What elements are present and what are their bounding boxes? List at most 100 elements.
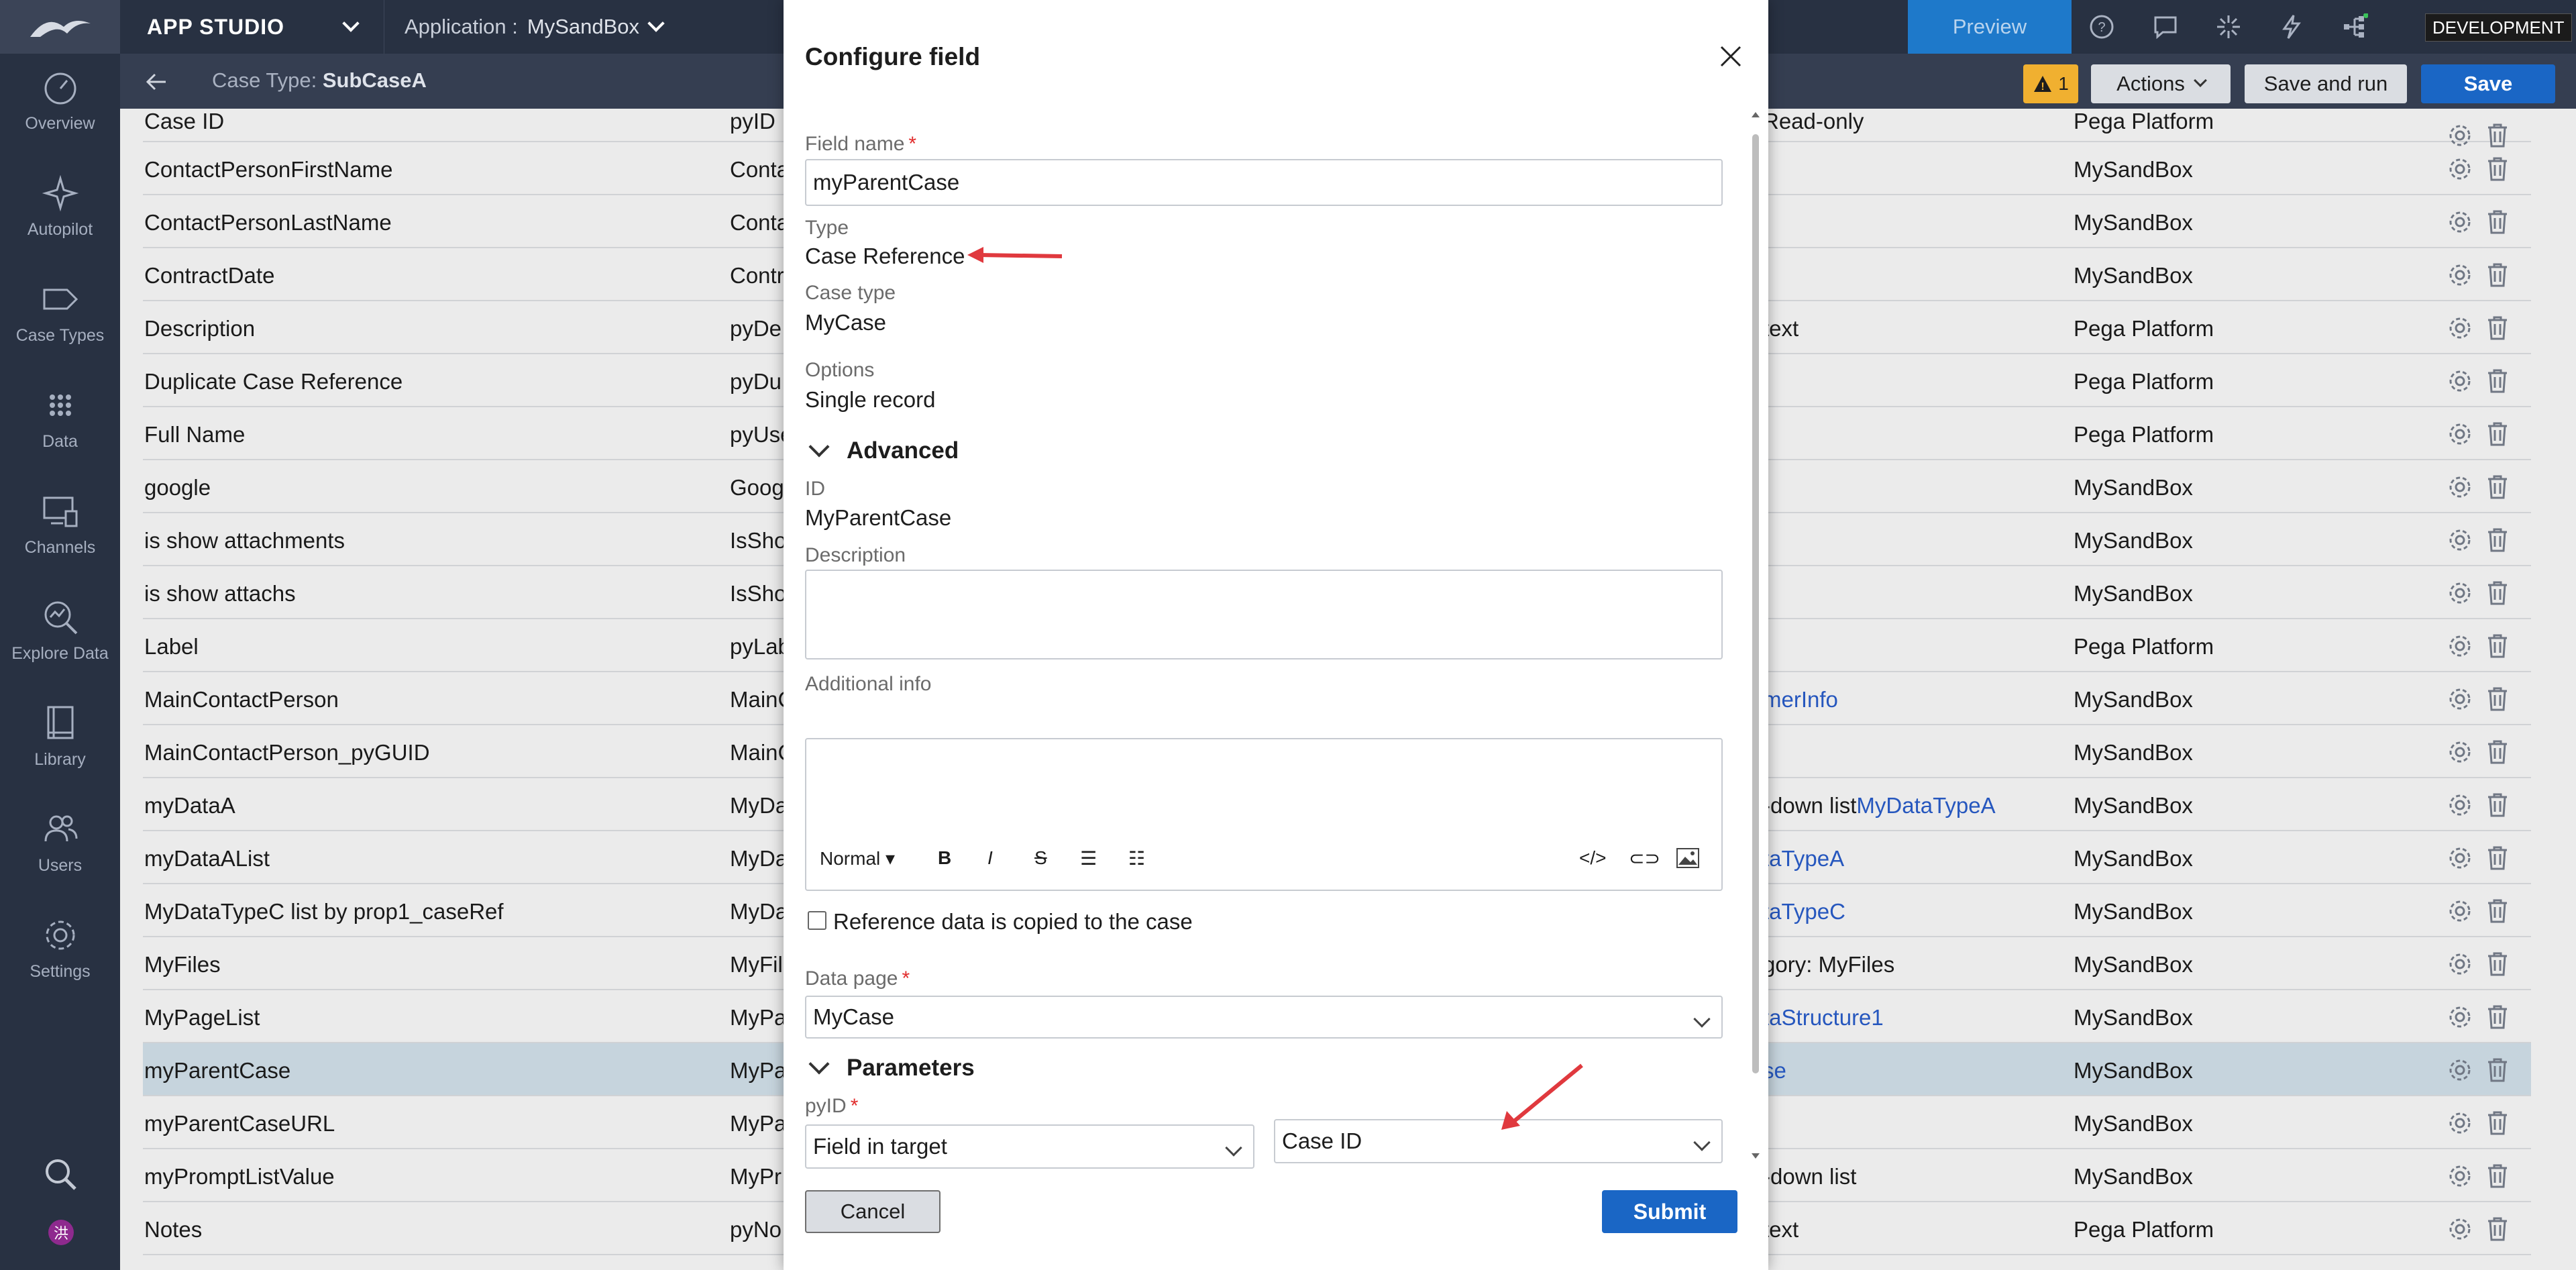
sidebar-item-explore-data[interactable]: Explore Data xyxy=(0,597,120,698)
id-label: ID xyxy=(805,478,825,500)
code-icon[interactable]: </> xyxy=(1579,847,1606,869)
copy-reference-data-checkbox[interactable] xyxy=(808,911,826,930)
burst-icon[interactable] xyxy=(2215,13,2242,40)
preview-button[interactable]: Preview xyxy=(1908,0,2072,54)
hierarchy-icon[interactable] xyxy=(2341,13,2368,40)
actions-label: Actions xyxy=(2116,72,2185,95)
annotation-arrow xyxy=(1501,1063,1583,1130)
tag-icon xyxy=(43,288,78,310)
pyid-param-label: pyID * xyxy=(805,1095,859,1117)
users-icon xyxy=(44,815,77,842)
scroll-up-icon xyxy=(1752,112,1760,117)
sidebar-item-label: Settings xyxy=(30,962,91,981)
id-value: MyParentCase xyxy=(805,505,952,530)
save-button[interactable]: Save xyxy=(2421,64,2555,103)
warning-icon: ! xyxy=(2034,76,2052,93)
sidebar-item-settings[interactable]: Settings xyxy=(0,915,120,1016)
back-arrow-icon[interactable] xyxy=(143,68,170,95)
sidebar-item-overview[interactable]: Overview xyxy=(0,67,120,168)
format-value: Normal xyxy=(820,848,881,869)
sidebar: Overview Autopilot Case Types Data Chann… xyxy=(0,54,120,1270)
chevron-down-icon xyxy=(808,1053,830,1075)
scrollbar-thumb[interactable] xyxy=(1752,134,1759,1073)
parameters-section-toggle[interactable]: Parameters xyxy=(805,1053,975,1081)
sidebar-item-library[interactable]: Library xyxy=(0,703,120,804)
sidebar-item-users[interactable]: Users xyxy=(0,809,120,910)
app-window: APP STUDIO Application : MySandBox Previ… xyxy=(0,0,2576,1270)
cancel-button[interactable]: Cancel xyxy=(805,1190,941,1233)
chevron-down-icon xyxy=(1693,1134,1711,1151)
warning-badge[interactable]: ! 1 xyxy=(2023,64,2078,103)
advanced-title: Advanced xyxy=(847,437,959,464)
format-select[interactable]: Normal ▾ xyxy=(820,847,895,869)
link-icon[interactable]: ⊂⊃ xyxy=(1629,847,1660,869)
actions-button[interactable]: Actions xyxy=(2091,64,2231,103)
chevron-down-icon xyxy=(1693,1010,1711,1028)
pega-logo-icon[interactable] xyxy=(0,0,120,54)
sidebar-item-autopilot[interactable]: Autopilot xyxy=(0,173,120,274)
dialog-title: Configure field xyxy=(805,43,981,70)
italic-icon[interactable]: I xyxy=(987,847,993,869)
chat-icon[interactable] xyxy=(2152,13,2179,40)
data-page-select[interactable]: MyCase xyxy=(805,996,1723,1039)
editor-toolbar: Normal ▾ B I S ☰ ☷ </> ⊂⊃ xyxy=(806,837,1721,884)
lightning-icon[interactable] xyxy=(2278,13,2305,40)
pyid-source-select[interactable]: Field in target xyxy=(805,1124,1254,1169)
scroll-down-icon xyxy=(1752,1153,1760,1159)
pyid-target-value: Case ID xyxy=(1282,1128,1362,1153)
chevron-down-icon xyxy=(342,15,360,32)
sidebar-item-data[interactable]: Data xyxy=(0,385,120,486)
data-page-value: MyCase xyxy=(813,1004,895,1029)
chevron-down-icon xyxy=(1225,1139,1242,1157)
additional-info-label: Additional info xyxy=(805,673,932,695)
avatar[interactable]: 洪 xyxy=(48,1220,74,1245)
additional-info-editor[interactable]: Normal ▾ B I S ☰ ☷ </> ⊂⊃ xyxy=(805,738,1723,891)
options-label: Options xyxy=(805,359,875,381)
configure-field-dialog: Configure field Field name * myParentCase… xyxy=(784,0,1768,1270)
sidebar-item-label: Channels xyxy=(24,538,96,557)
numbered-list-icon[interactable]: ☷ xyxy=(1128,847,1145,869)
type-label: Type xyxy=(805,217,849,239)
description-textarea[interactable] xyxy=(805,570,1723,659)
advanced-section-toggle[interactable]: Advanced xyxy=(805,436,959,464)
copy-reference-data-label: Reference data is copied to the case xyxy=(833,909,1193,934)
sidebar-item-label: Library xyxy=(34,750,86,769)
case-type-name: SubCaseA xyxy=(322,68,427,92)
image-icon[interactable] xyxy=(1676,847,1700,869)
app-studio-menu[interactable]: APP STUDIO xyxy=(120,0,384,54)
annotation-arrow xyxy=(967,247,1063,263)
field-name-label: Field name * xyxy=(805,133,917,155)
case-type-field-label: Case type xyxy=(805,282,896,304)
type-value: Case Reference xyxy=(805,244,965,268)
search-icon[interactable] xyxy=(40,1154,80,1194)
app-studio-label: APP STUDIO xyxy=(147,14,284,39)
description-label: Description xyxy=(805,544,906,566)
submit-button[interactable]: Submit xyxy=(1602,1190,1737,1233)
environment-badge: DEVELOPMENT xyxy=(2425,13,2572,42)
bullet-list-icon[interactable]: ☰ xyxy=(1080,847,1097,869)
data-page-label: Data page * xyxy=(805,967,910,990)
sidebar-item-label: Data xyxy=(42,432,78,451)
case-type-label: Case Type: xyxy=(212,68,317,92)
chevron-down-icon xyxy=(2193,74,2207,87)
save-and-run-button[interactable]: Save and run xyxy=(2245,64,2407,103)
svg-text:!: ! xyxy=(2041,81,2045,93)
sidebar-item-label: Users xyxy=(38,856,83,875)
warning-count: 1 xyxy=(2058,73,2069,94)
case-type-breadcrumb: Case Type: SubCaseA xyxy=(212,68,427,93)
sidebar-item-label: Overview xyxy=(25,114,95,133)
monitor-icon xyxy=(43,496,77,527)
case-type-field-value: MyCase xyxy=(805,310,887,335)
strikethrough-icon[interactable]: S xyxy=(1034,847,1047,869)
close-icon[interactable] xyxy=(1717,43,1744,70)
bold-icon[interactable]: B xyxy=(938,847,951,869)
dialog-scrollbar[interactable] xyxy=(1750,109,1762,1162)
field-name-input[interactable]: myParentCase xyxy=(805,159,1723,206)
application-selector[interactable]: Application : MySandBox xyxy=(384,0,682,54)
help-icon[interactable]: ? xyxy=(2088,13,2115,40)
sidebar-item-label: Explore Data xyxy=(11,644,109,663)
sidebar-item-case-types[interactable]: Case Types xyxy=(0,279,120,380)
chevron-down-icon xyxy=(808,436,830,458)
sidebar-item-channels[interactable]: Channels xyxy=(0,491,120,592)
parameters-title: Parameters xyxy=(847,1055,975,1081)
